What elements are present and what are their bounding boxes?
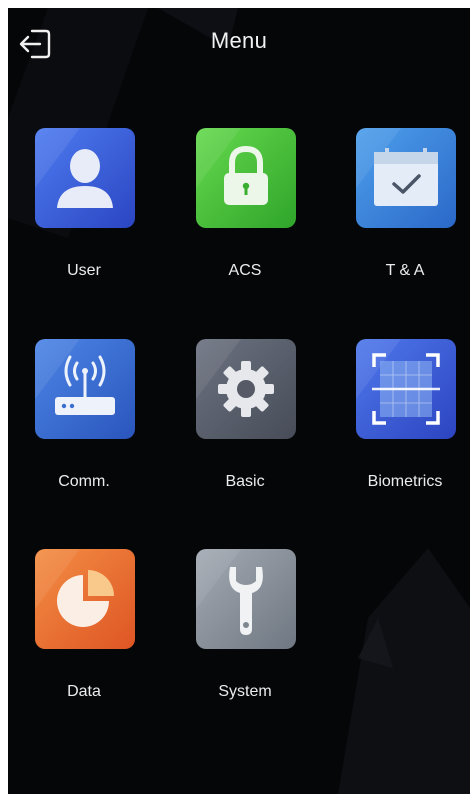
calendar-check-icon [356,128,456,228]
menu-item-basic[interactable]: Basic [175,339,315,509]
menu-item-acs[interactable]: ACS [175,128,315,298]
user-icon [35,128,135,228]
comm-tile-icon-box [35,339,135,439]
system-tile-icon-box [196,549,296,649]
device-screen: Menu User ACS T & A Comm. Basic Biometri… [8,8,470,794]
pie-chart-icon [35,549,135,649]
menu-item-label: ACS [228,262,262,279]
header-bar: Menu [8,8,470,78]
menu-item-biometrics[interactable]: Biometrics [335,339,470,509]
user-tile-icon-box [35,128,135,228]
page-title: Menu [210,28,268,53]
menu-item-label: User [67,262,101,279]
basic-tile-icon-box [196,339,296,439]
menu-item-system[interactable]: System [175,549,315,719]
menu-item-label: T & A [385,262,425,279]
ta-tile-icon-box [356,128,456,228]
menu-item-label: Biometrics [367,473,443,490]
menu-item-label: Data [67,683,101,700]
menu-item-label: Comm. [58,473,110,490]
menu-item-user[interactable]: User [14,128,154,298]
data-tile-icon-box [35,549,135,649]
biometrics-tile-icon-box [356,339,456,439]
scan-frame-icon [356,339,456,439]
padlock-icon [196,128,296,228]
router-icon [35,339,135,439]
menu-item-data[interactable]: Data [14,549,154,719]
acs-tile-icon-box [196,128,296,228]
menu-item-comm[interactable]: Comm. [14,339,154,509]
menu-item-label: Basic [225,473,265,490]
wrench-icon [196,549,296,649]
menu-item-t-and-a[interactable]: T & A [335,128,470,298]
menu-item-label: System [218,683,272,700]
gear-icon [196,339,296,439]
